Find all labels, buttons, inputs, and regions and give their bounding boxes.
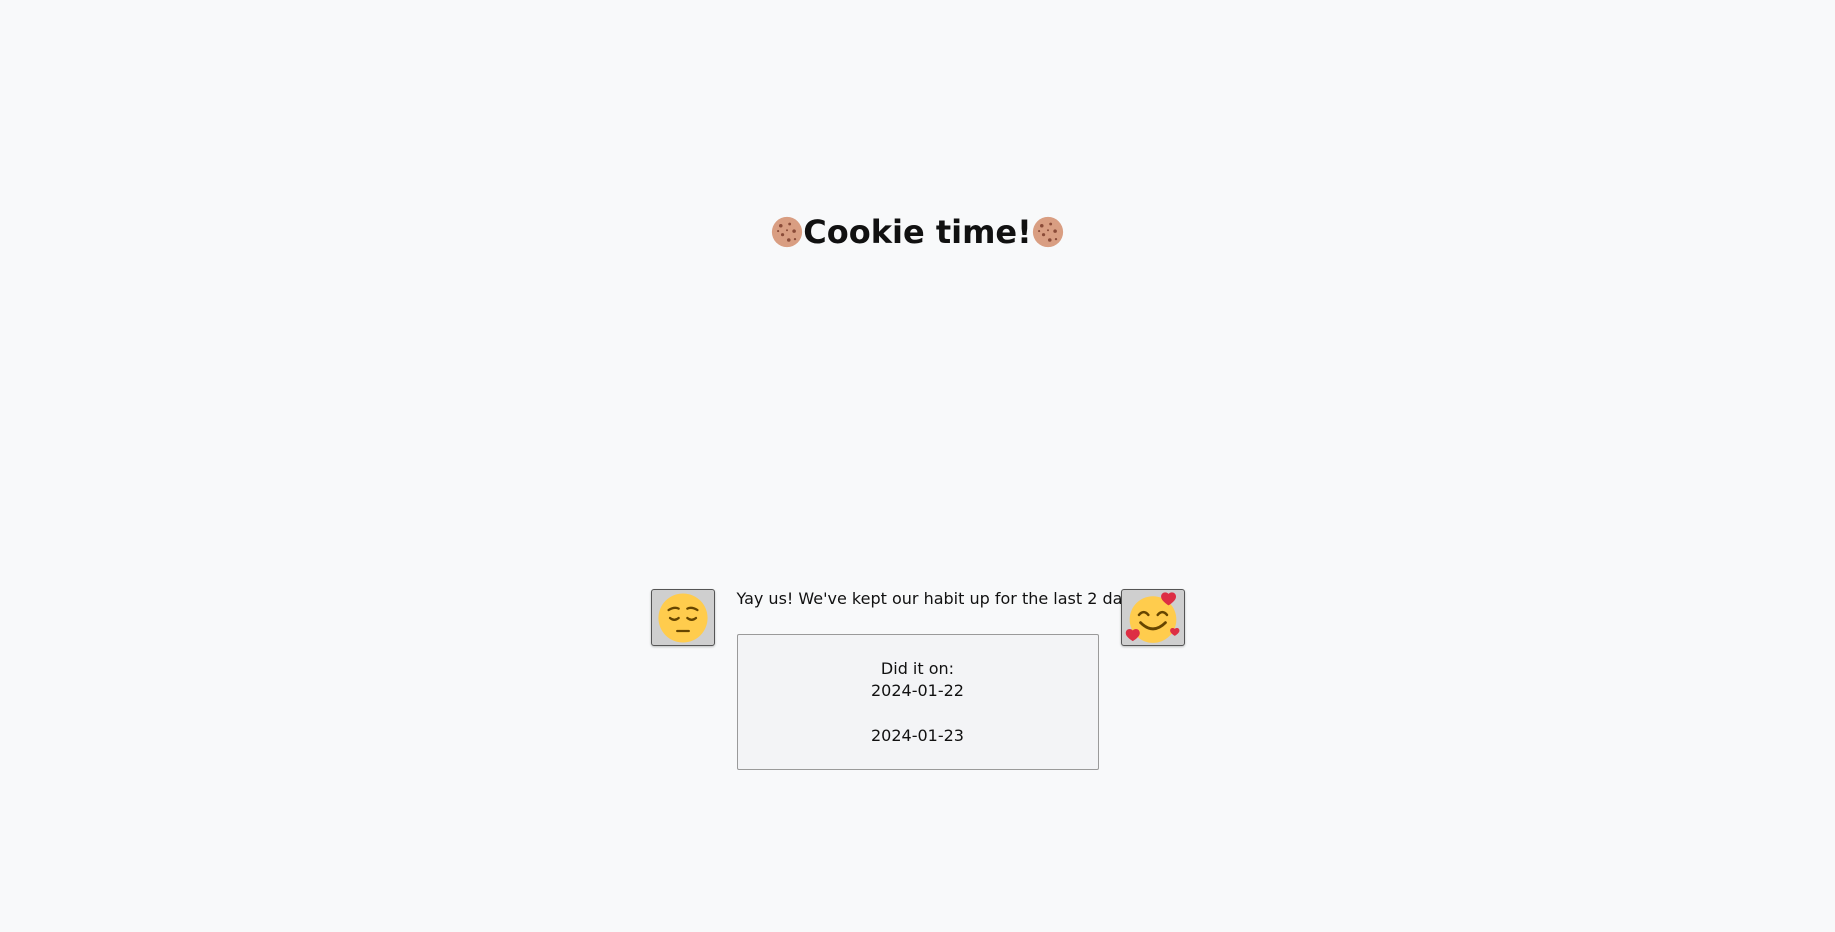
sad-button[interactable] [650, 589, 715, 646]
page: Cookie time! Yay us! We've kept our habi… [0, 0, 1835, 932]
history-heading: Did it on: [880, 659, 955, 678]
pensive-face-icon [657, 592, 708, 643]
page-title: Cookie time! [0, 208, 1835, 256]
cookie-icon [1032, 216, 1063, 248]
cookie-icon [772, 216, 803, 248]
history-date: 2024-01-22 [871, 681, 964, 700]
streak-message: Yay us! We've kept our habit up for the … [736, 589, 1146, 608]
smiling-face-with-hearts-icon [1125, 591, 1179, 643]
history-date: 2024-01-23 [871, 726, 964, 745]
habit-panel: Yay us! We've kept our habit up for the … [736, 589, 1146, 770]
habit-row: Yay us! We've kept our habit up for the … [0, 589, 1835, 770]
history-box: Did it on: 2024-01-22 2024-01-23 [736, 634, 1099, 770]
happy-button[interactable] [1120, 589, 1185, 646]
page-title-text: Cookie time! [803, 213, 1032, 251]
